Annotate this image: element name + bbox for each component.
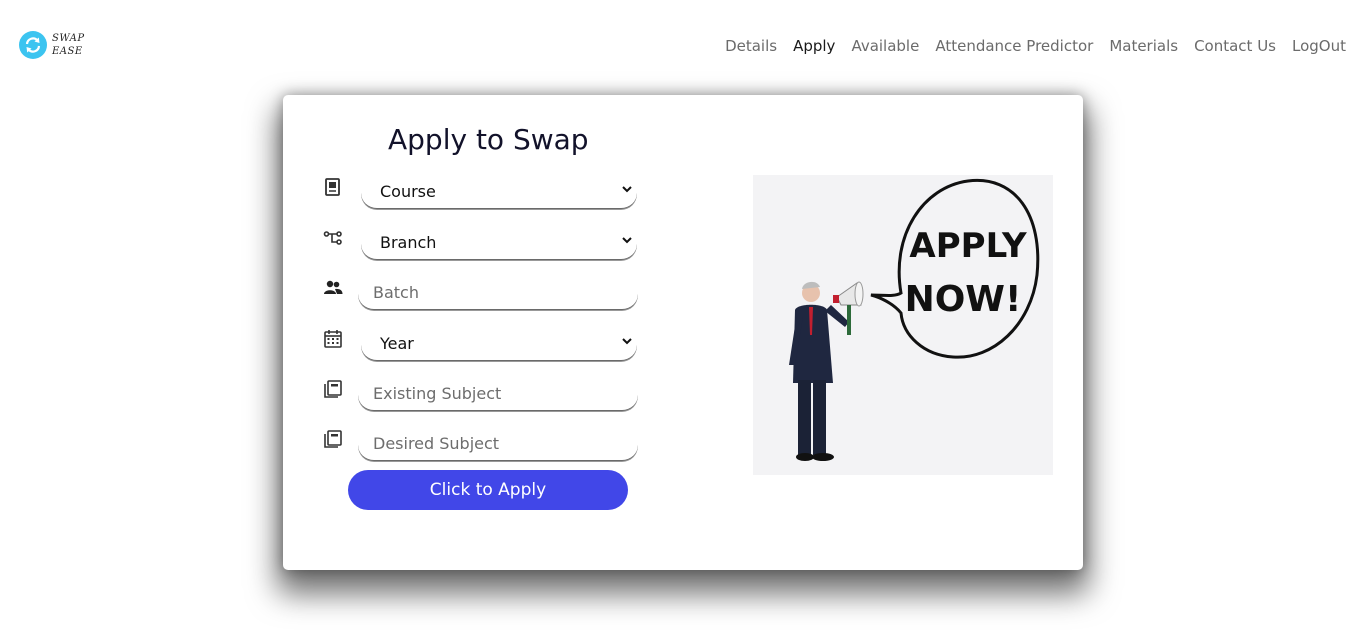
calendar-icon [324,330,342,348]
branch-row: Branch [323,226,643,260]
click-to-apply-button[interactable]: Click to Apply [348,470,628,510]
nav-details[interactable]: Details [725,36,777,56]
subject-book-icon [324,430,342,448]
book-icon [325,178,340,196]
batch-row: Batch [323,276,643,310]
businessman-figure [789,281,864,461]
existing-subject-row: Existing Subject [323,377,643,411]
branch-select[interactable]: Branch [361,226,637,260]
nav-contact-us[interactable]: Contact Us [1194,36,1276,56]
branch-icon [323,231,342,245]
brand-name: SWAP EASE [52,33,85,57]
year-select[interactable]: Year [361,327,637,361]
page-title: Apply to Swap [388,123,589,156]
nav-apply[interactable]: Apply [793,36,835,56]
nav-available[interactable]: Available [851,36,919,56]
course-select[interactable]: Course [361,175,637,209]
chevron-down-icon [622,237,632,244]
apply-card: Apply to Swap Course Branch Batch Year E… [283,95,1083,570]
subject-book-icon [324,380,342,398]
desired-subject-row: Desired Subject [323,427,643,461]
chevron-down-icon [622,186,632,193]
existing-subject-input[interactable]: Existing Subject [358,377,638,411]
nav-materials[interactable]: Materials [1109,36,1178,56]
apply-now-illustration: APPLY NOW! [753,175,1053,475]
nav-attendance-predictor[interactable]: Attendance Predictor [935,36,1093,56]
brand-logo[interactable]: SWAP EASE [19,31,85,59]
swap-icon [19,31,47,59]
users-icon [324,280,343,294]
bubble-text-line1: APPLY [909,226,1027,266]
course-row: Course [323,175,643,209]
batch-input[interactable]: Batch [358,276,638,310]
top-nav: Details Apply Available Attendance Predi… [709,36,1346,56]
bubble-text-line2: NOW! [905,279,1022,320]
chevron-down-icon [622,338,632,345]
year-row: Year [323,327,643,361]
desired-subject-input[interactable]: Desired Subject [358,427,638,461]
nav-logout[interactable]: LogOut [1292,36,1346,56]
